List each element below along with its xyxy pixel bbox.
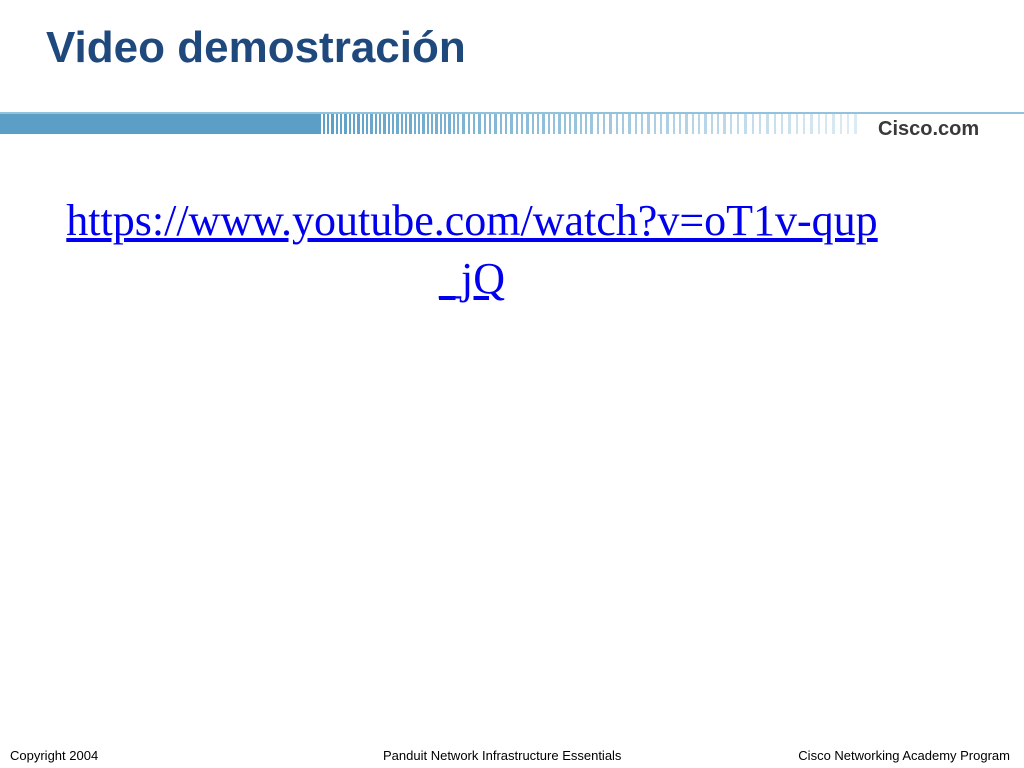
footer-copyright: Copyright 2004 xyxy=(10,748,99,763)
cisco-logo: Cisco.com xyxy=(878,118,979,140)
footer-course: Panduit Network Infrastructure Essential… xyxy=(383,748,622,763)
header-barcode-stripes xyxy=(318,114,857,134)
video-link[interactable]: https://www.youtube.com/watch?v=oT1v-qup… xyxy=(60,192,884,308)
footer-program: Cisco Networking Academy Program xyxy=(798,748,1010,763)
header-band: Cisco.com xyxy=(0,112,1024,140)
footer: Copyright 2004 Panduit Network Infrastru… xyxy=(0,746,1024,766)
slide-title: Video demostración xyxy=(46,23,466,72)
header-solid-band xyxy=(0,114,318,134)
